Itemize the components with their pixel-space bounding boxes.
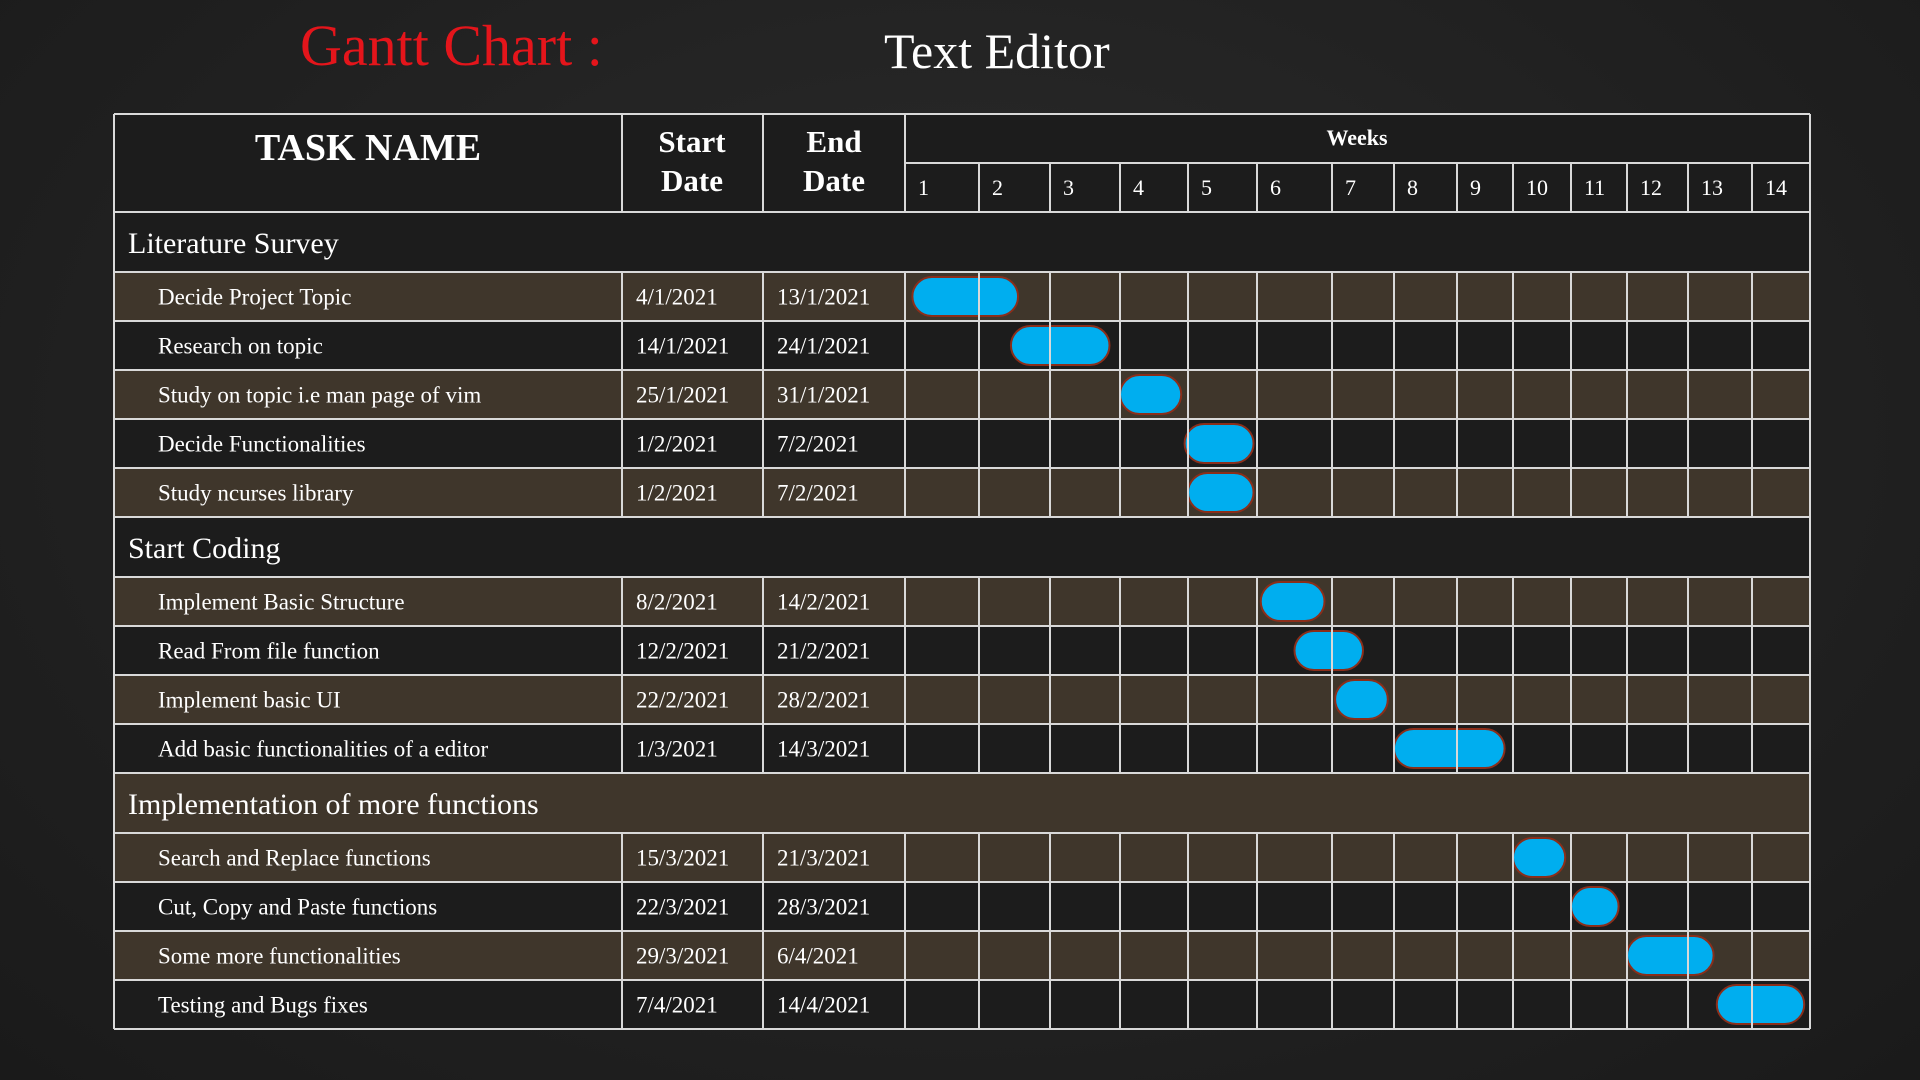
task-end-date: 14/4/2021 [777, 993, 870, 1018]
task-name: Some more functionalities [158, 944, 401, 969]
task-start-date: 22/2/2021 [636, 688, 729, 713]
task-end-date: 21/2/2021 [777, 639, 870, 664]
gantt-chart: TASK NAME StartDateEndDateWeeks1 2 3 4 5 6 7 8 9 1… [113, 113, 1811, 1030]
task-row-background [114, 980, 1810, 1029]
task-bar [1259, 581, 1326, 622]
week-tick-label: 4 [1133, 175, 1144, 200]
task-start-date: 15/3/2021 [636, 846, 729, 871]
task-bar [1512, 837, 1567, 878]
phase-label: Literature Survey [128, 227, 339, 260]
task-bar [911, 276, 1020, 317]
weeks-header: Weeks [1326, 125, 1388, 150]
week-tick-label: 5 [1201, 175, 1212, 200]
task-bar [1183, 423, 1255, 464]
task-row-background [114, 675, 1810, 724]
week-tick-label: 8 [1407, 175, 1418, 200]
end-date-header: Date [803, 163, 865, 198]
task-row-background [114, 321, 1810, 370]
task-bar [1334, 679, 1389, 720]
task-end-date: 31/1/2021 [777, 383, 870, 408]
task-name: Cut, Copy and Paste functions [158, 895, 437, 920]
task-start-date: 7/4/2021 [636, 993, 718, 1018]
task-name: Search and Replace functions [158, 846, 431, 871]
task-start-date: 22/3/2021 [636, 895, 729, 920]
task-bar [1393, 728, 1506, 769]
week-tick-label: 13 [1701, 175, 1723, 200]
task-end-date: 24/1/2021 [777, 334, 870, 359]
task-end-date: 28/3/2021 [777, 895, 870, 920]
task-start-date: 1/2/2021 [636, 432, 718, 457]
task-end-date: 7/2/2021 [777, 481, 859, 506]
task-end-date: 14/3/2021 [777, 737, 870, 762]
row-backgrounds [114, 114, 1810, 1029]
task-bar [1293, 630, 1364, 671]
week-tick-label: 11 [1584, 175, 1605, 200]
phase-label: Start Coding [128, 532, 281, 565]
task-start-date: 14/1/2021 [636, 334, 729, 359]
task-start-date: 4/1/2021 [636, 285, 718, 310]
task-bar [1715, 984, 1806, 1025]
task-bar [1187, 472, 1255, 513]
phase-label: Implementation of more functions [128, 788, 539, 821]
task-row-background [114, 419, 1810, 468]
task-end-date: 13/1/2021 [777, 285, 870, 310]
task-start-date: 8/2/2021 [636, 590, 718, 615]
start-date-header: Date [661, 163, 723, 198]
week-tick-label: 2 [992, 175, 1003, 200]
phase-row-background [114, 517, 1810, 577]
start-date-header: Start [658, 124, 726, 159]
week-tick-label: 6 [1270, 175, 1281, 200]
task-end-date: 21/3/2021 [777, 846, 870, 871]
task-name: Implement basic UI [158, 688, 341, 713]
task-name: Decide Functionalities [158, 432, 366, 457]
task-bar [1570, 886, 1620, 927]
week-tick-label: 12 [1640, 175, 1662, 200]
task-name: Implement Basic Structure [158, 590, 405, 615]
task-end-date: 14/2/2021 [777, 590, 870, 615]
week-tick-label: 1 [918, 175, 929, 200]
task-row-background [114, 468, 1810, 517]
week-tick-label: 14 [1765, 175, 1787, 200]
phase-row-background [114, 212, 1810, 272]
task-end-date: 6/4/2021 [777, 944, 859, 969]
task-name: Add basic functionalities of a editor [158, 737, 489, 762]
task-name: Testing and Bugs fixes [158, 993, 368, 1018]
end-date-header: End [806, 124, 861, 159]
task-bar [1626, 935, 1715, 976]
week-tick-label: 9 [1470, 175, 1481, 200]
task-end-date: 7/2/2021 [777, 432, 859, 457]
task-name-header: TASK NAME [255, 127, 481, 169]
task-name: Research on topic [158, 334, 323, 359]
task-start-date: 1/2/2021 [636, 481, 718, 506]
task-bar [1009, 325, 1111, 366]
task-start-date: 12/2/2021 [636, 639, 729, 664]
task-bar [1119, 374, 1183, 415]
week-tick-label: 3 [1063, 175, 1074, 200]
week-tick-label: 10 [1526, 175, 1548, 200]
task-name: Study ncurses library [158, 481, 354, 506]
task-name: Read From file function [158, 639, 380, 664]
task-start-date: 29/3/2021 [636, 944, 729, 969]
task-start-date: 1/3/2021 [636, 737, 718, 762]
task-start-date: 25/1/2021 [636, 383, 729, 408]
task-name: Study on topic i.e man page of vim [158, 383, 481, 408]
task-end-date: 28/2/2021 [777, 688, 870, 713]
week-tick-label: 7 [1345, 175, 1356, 200]
task-name: Decide Project Topic [158, 285, 351, 310]
